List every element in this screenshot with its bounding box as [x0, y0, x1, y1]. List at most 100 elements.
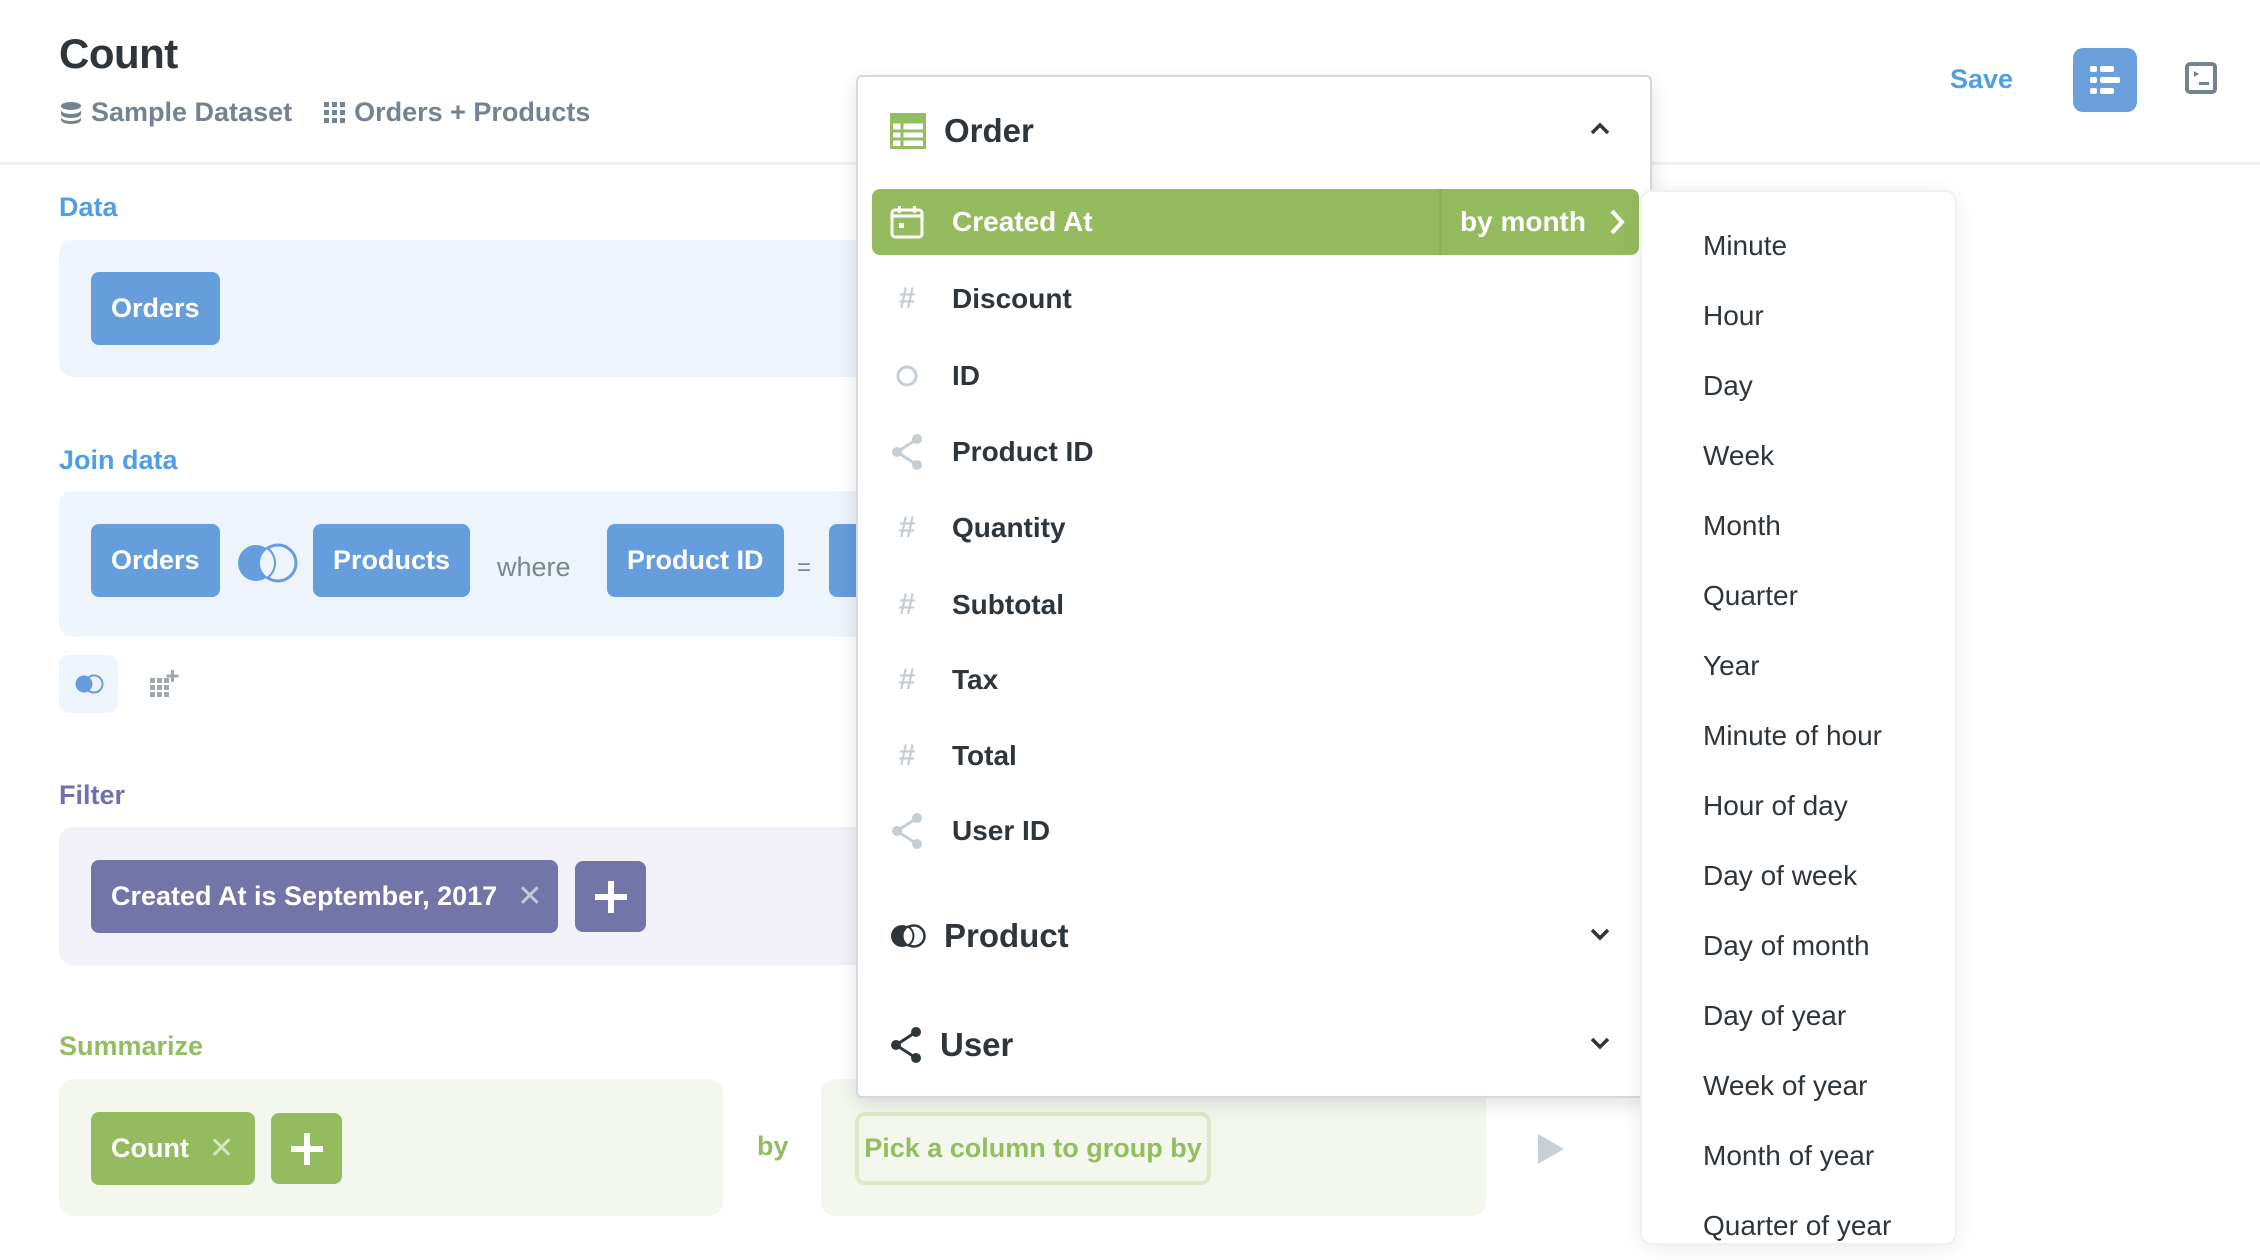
number-icon: # [898, 739, 916, 772]
add-custom-column-button[interactable] [148, 668, 180, 700]
column-label: Quantity [952, 512, 1066, 543]
column-label: Subtotal [952, 589, 1064, 620]
filter-section-label: Filter [59, 780, 126, 810]
number-icon: # [898, 511, 916, 544]
terminal-icon [2185, 62, 2217, 94]
column-item-total[interactable]: # Total [872, 723, 1639, 789]
database-icon [61, 101, 81, 124]
summarize-section-label: Summarize [59, 1031, 204, 1061]
bucket-option-minute-of-hour[interactable]: Minute of hour [1703, 720, 1882, 752]
column-item-quantity[interactable]: # Quantity [872, 495, 1639, 561]
foreign-key-icon [890, 434, 924, 470]
view-sql-button[interactable] [2185, 62, 2217, 94]
temporal-bucket-menu: Minute Hour Day Week Month Quarter Year … [1640, 190, 1957, 1245]
join-left-column-button[interactable]: Product ID [607, 524, 784, 597]
section-name: Product [944, 917, 1069, 954]
section-name: Order [944, 112, 1034, 149]
filter-pill-label: Created At is September, 2017 [111, 881, 498, 911]
join-type-toggle[interactable] [234, 543, 300, 588]
notebook-icon [2090, 66, 2120, 94]
bucket-option-quarter-of-year[interactable]: Quarter of year [1703, 1210, 1891, 1242]
bucket-option-day-of-year[interactable]: Day of year [1703, 1000, 1846, 1032]
join-icon [891, 924, 926, 948]
breadcrumb-table-label: Orders + Products [354, 97, 591, 127]
temporal-bucket-button[interactable]: by month [1439, 189, 1639, 255]
column-label: Created At [952, 206, 1093, 237]
bucket-option-month[interactable]: Month [1703, 510, 1781, 542]
number-icon: # [898, 588, 916, 621]
add-metric-button[interactable] [271, 1113, 342, 1184]
bucket-option-hour-of-day[interactable]: Hour of day [1703, 790, 1848, 822]
grid-plus-icon [150, 670, 179, 697]
column-label: Product ID [952, 436, 1094, 467]
breadcrumb-database[interactable]: Sample Dataset [59, 97, 292, 128]
join-operator: = [797, 554, 812, 581]
column-label: Tax [952, 664, 999, 695]
bucket-option-year[interactable]: Year [1703, 650, 1760, 682]
by-label: by [757, 1131, 789, 1161]
summarize-step: Count ✕ [59, 1079, 723, 1216]
id-icon [890, 364, 924, 388]
foreign-key-icon [890, 813, 924, 849]
source-table-button[interactable]: Orders [91, 272, 220, 345]
join-right-table-button[interactable]: Products [313, 524, 471, 597]
metric-pill[interactable]: Count ✕ [91, 1112, 255, 1185]
join-step: Orders Products where Product ID = [59, 491, 959, 637]
column-item-subtotal[interactable]: # Subtotal [872, 572, 1639, 638]
section-header-order[interactable]: Order [890, 101, 1618, 161]
plus-icon [594, 880, 627, 913]
pick-group-by-column-button[interactable]: Pick a column to group by [855, 1112, 1211, 1185]
bucket-option-month-of-year[interactable]: Month of year [1703, 1140, 1874, 1172]
column-label: Total [952, 740, 1017, 771]
column-item-tax[interactable]: # Tax [872, 647, 1639, 713]
where-label: where [497, 552, 571, 582]
connections-icon [891, 1027, 921, 1063]
column-label: User ID [952, 815, 1051, 846]
section-header-user[interactable]: User [890, 1015, 1618, 1075]
metric-pill-label: Count [111, 1133, 189, 1163]
bucket-option-minute[interactable]: Minute [1703, 230, 1787, 262]
preview-button[interactable] [1536, 1132, 1566, 1166]
column-label: ID [952, 360, 980, 391]
filter-pill[interactable]: Created At is September, 2017 ✕ [91, 860, 558, 933]
section-header-product[interactable]: Product [890, 906, 1618, 966]
column-item-product-id[interactable]: Product ID [872, 419, 1639, 485]
chevron-down-icon [1590, 928, 1610, 941]
join-section-label: Join data [59, 445, 178, 475]
add-filter-button[interactable] [575, 861, 646, 932]
column-item-discount[interactable]: # Discount [872, 266, 1639, 332]
play-icon [1538, 1134, 1564, 1164]
remove-metric-icon[interactable]: ✕ [209, 1131, 234, 1166]
chevron-down-icon [1590, 1037, 1610, 1050]
number-icon: # [898, 663, 916, 696]
breadcrumb-table[interactable]: Orders + Products [324, 97, 590, 128]
data-section-label: Data [59, 192, 118, 222]
column-item-created-at[interactable]: Created At by month [872, 189, 1639, 255]
chevron-up-icon [1590, 122, 1610, 135]
bucket-option-day-of-week[interactable]: Day of week [1703, 860, 1857, 892]
bucket-option-quarter[interactable]: Quarter [1703, 580, 1798, 612]
add-join-step-button[interactable] [59, 655, 118, 713]
save-button[interactable]: Save [1950, 64, 2013, 95]
bucket-option-day-of-month[interactable]: Day of month [1703, 930, 1870, 962]
number-icon: # [898, 282, 916, 315]
temporal-bucket-label: by month [1460, 206, 1586, 237]
notebook-toggle-button[interactable] [2073, 48, 2137, 112]
remove-filter-icon[interactable]: ✕ [517, 879, 542, 914]
table-grid-icon [324, 101, 346, 123]
bucket-option-hour[interactable]: Hour [1703, 300, 1764, 332]
column-label: Discount [952, 283, 1072, 314]
column-item-id[interactable]: ID [872, 343, 1639, 409]
column-picker-popover: Order Created At by month # Discount ID … [856, 75, 1652, 1098]
bucket-option-week[interactable]: Week [1703, 440, 1774, 472]
column-item-user-id[interactable]: User ID [872, 798, 1639, 864]
bucket-option-week-of-year[interactable]: Week of year [1703, 1070, 1867, 1102]
bucket-option-day[interactable]: Day [1703, 370, 1753, 402]
calendar-icon [890, 205, 924, 239]
breadcrumb: Sample Dataset Orders + Products [59, 97, 590, 128]
section-name: User [940, 1026, 1014, 1063]
left-join-icon [238, 543, 298, 583]
data-step: Orders [59, 240, 959, 377]
join-icon [75, 674, 103, 694]
question-title: Count [59, 30, 178, 77]
